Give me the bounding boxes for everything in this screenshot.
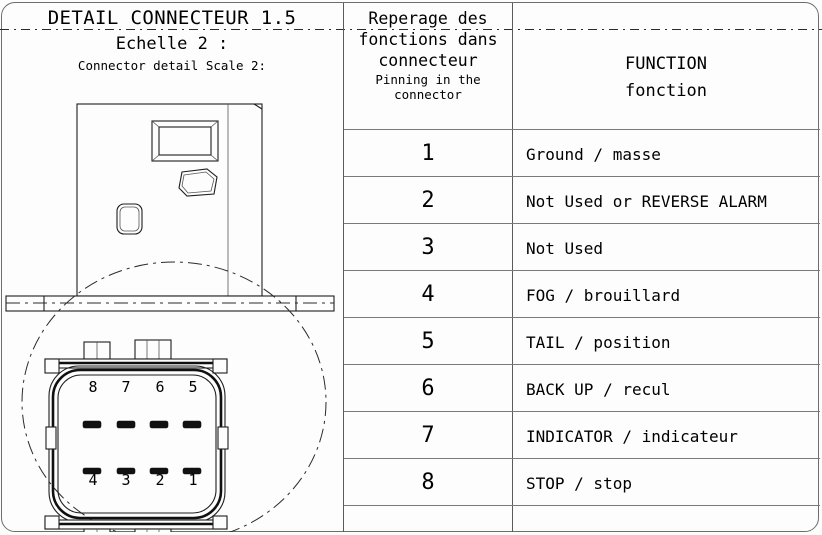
row-rule-5 [344, 364, 820, 365]
table-row-function-2: Not Used or REVERSE ALARM [526, 192, 767, 211]
panel-scale-en: Connector detail Scale 2: [77, 58, 267, 73]
table-header-pin-en: Pinning in the connector [344, 72, 512, 102]
row-rule-2 [344, 223, 820, 224]
table-row-pin-4: 4 [421, 282, 435, 307]
pin-label-4: 4 [88, 471, 98, 489]
table-row-pin-5: 5 [421, 329, 435, 354]
table-row-pin-6: 6 [421, 376, 435, 401]
table-row-pin-3: 3 [421, 235, 435, 260]
table-row-function-6: BACK UP / recul [526, 380, 671, 399]
row-rule-8 [344, 505, 820, 506]
table-row-function-3: Not Used [526, 239, 604, 258]
pin-label-3: 3 [121, 471, 131, 489]
pin-slots-top-row [82, 420, 202, 429]
hdr-fr-l3: connecteur [378, 51, 478, 70]
hdr-en-l1: Pinning in the [375, 72, 481, 87]
table-header-pin-fr: Reperage des fonctions dans connecteur [344, 8, 512, 71]
table-row-function-5: TAIL / position [526, 333, 671, 352]
row-rule-3 [344, 270, 820, 271]
pin-label-2: 2 [155, 471, 165, 489]
pin-label-6: 6 [155, 378, 165, 396]
pinout-table: Reperage des fonctions dans connecteur P… [343, 3, 820, 532]
hdr-en-l2: connector [394, 87, 462, 102]
hdr-fn-fr: fonction [625, 81, 707, 101]
row-rule-7 [344, 458, 820, 459]
table-row-pin-2: 2 [421, 188, 435, 213]
table-row-function-1: Ground / masse [526, 145, 661, 164]
pin-label-5: 5 [188, 378, 198, 396]
row-rule-header-bottom [344, 129, 820, 130]
table-row-pin-8: 8 [421, 470, 435, 495]
pin-label-1: 1 [188, 471, 198, 489]
table-row-function-4: FOG / brouillard [526, 286, 681, 305]
connector-technical-drawing: .ln { fill:none; stroke:#1d1d1d; stroke-… [5, 103, 335, 532]
table-header-function: FUNCTION fonction [512, 51, 820, 105]
table-row-pin-7: 7 [421, 423, 435, 448]
hdr-fr-l2: fonctions dans [358, 30, 498, 49]
pin-label-7: 7 [121, 378, 131, 396]
hdr-fn-en: FUNCTION [625, 54, 707, 74]
panel-title-fr: DETAIL CONNECTEUR 1.5 [47, 7, 297, 29]
table-row-function-7: INDICATOR / indicateur [526, 427, 738, 446]
table-row-function-8: STOP / stop [526, 474, 632, 493]
mount-tabs-top [83, 339, 172, 360]
drawing-sheet: DETAIL CONNECTEUR 1.5 Echelle 2 : Connec… [0, 0, 822, 535]
table-row-pin-1: 1 [421, 141, 435, 166]
hdr-fr-l1: Reperage des [368, 9, 488, 28]
pin-label-8: 8 [88, 378, 98, 396]
row-rule-6 [344, 411, 820, 412]
row-rule-1 [344, 176, 820, 177]
panel-scale-fr: Echelle 2 : [115, 34, 229, 54]
row-rule-4 [344, 317, 820, 318]
connector-detail-panel: DETAIL CONNECTEUR 1.5 Echelle 2 : Connec… [2, 3, 342, 532]
